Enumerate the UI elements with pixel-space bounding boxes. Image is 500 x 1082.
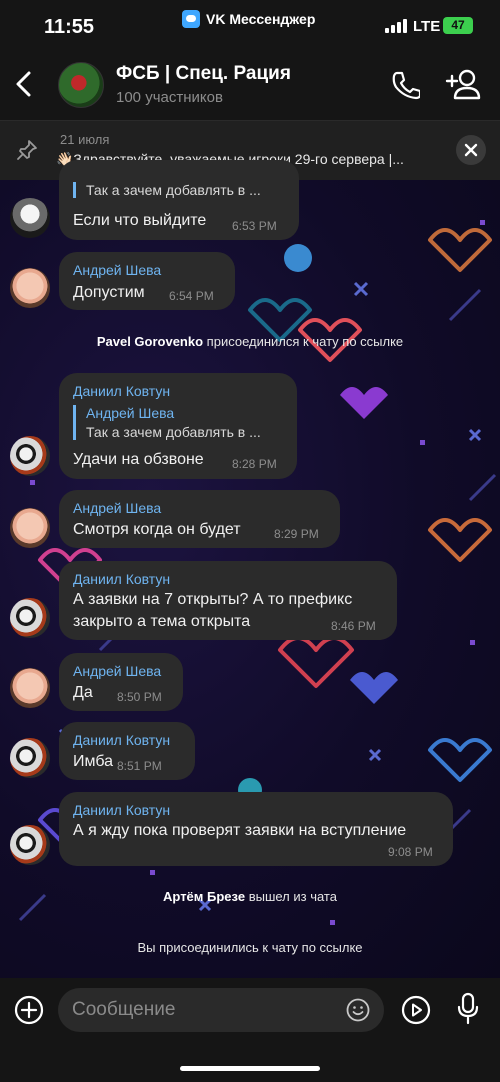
phone-icon[interactable] — [390, 70, 420, 100]
system-message: Артём Брезе вышел из чата — [0, 889, 500, 904]
system-text: вышел из чата — [248, 889, 337, 904]
network-label: LTE — [413, 18, 441, 35]
message-time: 6:54 PM — [169, 289, 214, 303]
sender-name[interactable]: Даниил Ковтун — [73, 383, 170, 399]
app-name: VK Мессенджер — [206, 11, 316, 27]
avatar[interactable] — [10, 508, 50, 548]
add-member-icon[interactable] — [445, 68, 481, 100]
message-text: Удачи на обзвоне — [73, 451, 204, 468]
message-bubble[interactable]: Даниил Ковтун А я жду пока проверят заяв… — [59, 792, 453, 866]
pinned-date: 21 июля — [60, 132, 110, 147]
message-text: Да — [73, 684, 93, 701]
message-text: Если что выйдите — [73, 212, 207, 229]
sender-name[interactable]: Андрей Шева — [73, 262, 161, 278]
home-indicator — [180, 1066, 320, 1071]
message-time: 9:08 PM — [388, 845, 433, 859]
avatar[interactable] — [10, 825, 50, 865]
video-message-icon[interactable] — [401, 995, 431, 1025]
reply-text: Так а зачем добавлять в ... — [86, 182, 261, 198]
message-text-line: закрыто а тема открыта — [73, 613, 251, 630]
chat-title[interactable]: ФСБ | Спец. Рация — [116, 63, 291, 85]
message-text-line: А заявки на 7 открыты? А то префикс — [73, 591, 353, 608]
members-count[interactable]: 100 участников — [116, 89, 223, 106]
message-time: 8:46 PM — [331, 619, 376, 633]
sender-name[interactable]: Андрей Шева — [73, 500, 161, 516]
sender-name[interactable]: Даниил Ковтун — [73, 732, 170, 748]
message-bubble[interactable]: Даниил Ковтун А заявки на 7 открыты? А т… — [59, 561, 397, 640]
message-bubble[interactable]: Даниил Ковтун Андрей Шева Так а зачем до… — [59, 373, 297, 479]
message-field[interactable] — [58, 988, 384, 1032]
sender-name[interactable]: Даниил Ковтун — [73, 802, 170, 818]
avatar[interactable] — [10, 268, 50, 308]
signal-icon — [385, 19, 407, 33]
sender-name[interactable]: Даниил Ковтун — [73, 571, 170, 587]
message-text: Имба — [73, 753, 114, 770]
system-text: присоединился к чату по ссылке — [206, 334, 404, 349]
message-text: Допустим — [73, 284, 145, 301]
reply-quote[interactable]: Так а зачем добавлять в ... — [73, 182, 261, 198]
message-text: Смотря когда он будет — [73, 521, 241, 538]
microphone-icon[interactable] — [456, 992, 480, 1026]
group-avatar[interactable] — [58, 62, 104, 108]
pin-icon — [17, 140, 37, 160]
message-time: 6:53 PM — [232, 219, 277, 233]
sender-name[interactable]: Андрей Шева — [73, 663, 161, 679]
close-pinned-button[interactable] — [456, 135, 486, 165]
message-time: 8:29 PM — [274, 527, 319, 541]
reply-text: Так а зачем добавлять в ... — [86, 424, 261, 440]
message-bubble[interactable]: Андрей Шева Допустим 6:54 PM — [59, 252, 235, 310]
app-indicator: VK Мессенджер — [182, 10, 315, 28]
message-time: 8:28 PM — [232, 457, 277, 471]
message-bubble[interactable]: Так а зачем добавлять в ... Если что вый… — [59, 160, 299, 240]
emoji-icon[interactable] — [346, 998, 370, 1022]
vk-messenger-icon — [182, 10, 200, 28]
message-input-bar — [0, 978, 500, 1082]
battery-icon: 47 — [443, 17, 473, 34]
avatar[interactable] — [10, 198, 50, 238]
system-message: Pavel Gorovenko присоединился к чату по … — [0, 334, 500, 349]
message-time: 8:50 PM — [117, 690, 162, 704]
message-bubble[interactable]: Андрей Шева Смотря когда он будет 8:29 P… — [59, 490, 340, 548]
status-time: 11:55 — [44, 16, 95, 38]
reply-quote[interactable]: Андрей Шева Так а зачем добавлять в ... — [73, 405, 261, 440]
system-message: Вы присоединились к чату по ссылке — [137, 940, 363, 955]
message-input[interactable] — [72, 988, 342, 1032]
attach-plus-icon[interactable] — [14, 995, 44, 1025]
system-user-name[interactable]: Артём Брезе — [163, 889, 245, 904]
message-bubble[interactable]: Даниил Ковтун Имба 8:51 PM — [59, 722, 195, 780]
message-text: А я жду пока проверят заявки на вступлен… — [73, 822, 407, 839]
system-user-name[interactable]: Pavel Gorovenko — [97, 334, 203, 349]
avatar[interactable] — [10, 598, 50, 638]
back-arrow-icon[interactable] — [12, 68, 36, 100]
reply-name: Андрей Шева — [86, 405, 175, 421]
avatar[interactable] — [10, 738, 50, 778]
close-icon — [464, 143, 478, 157]
message-bubble[interactable]: Андрей Шева Да 8:50 PM — [59, 653, 183, 711]
message-time: 8:51 PM — [117, 759, 162, 773]
avatar[interactable] — [10, 436, 50, 476]
chat-header: ФСБ | Спец. Рация 100 участников — [0, 50, 500, 120]
avatar[interactable] — [10, 668, 50, 708]
status-bar: 11:55 VK Мессенджер LTE 47 — [0, 0, 500, 50]
